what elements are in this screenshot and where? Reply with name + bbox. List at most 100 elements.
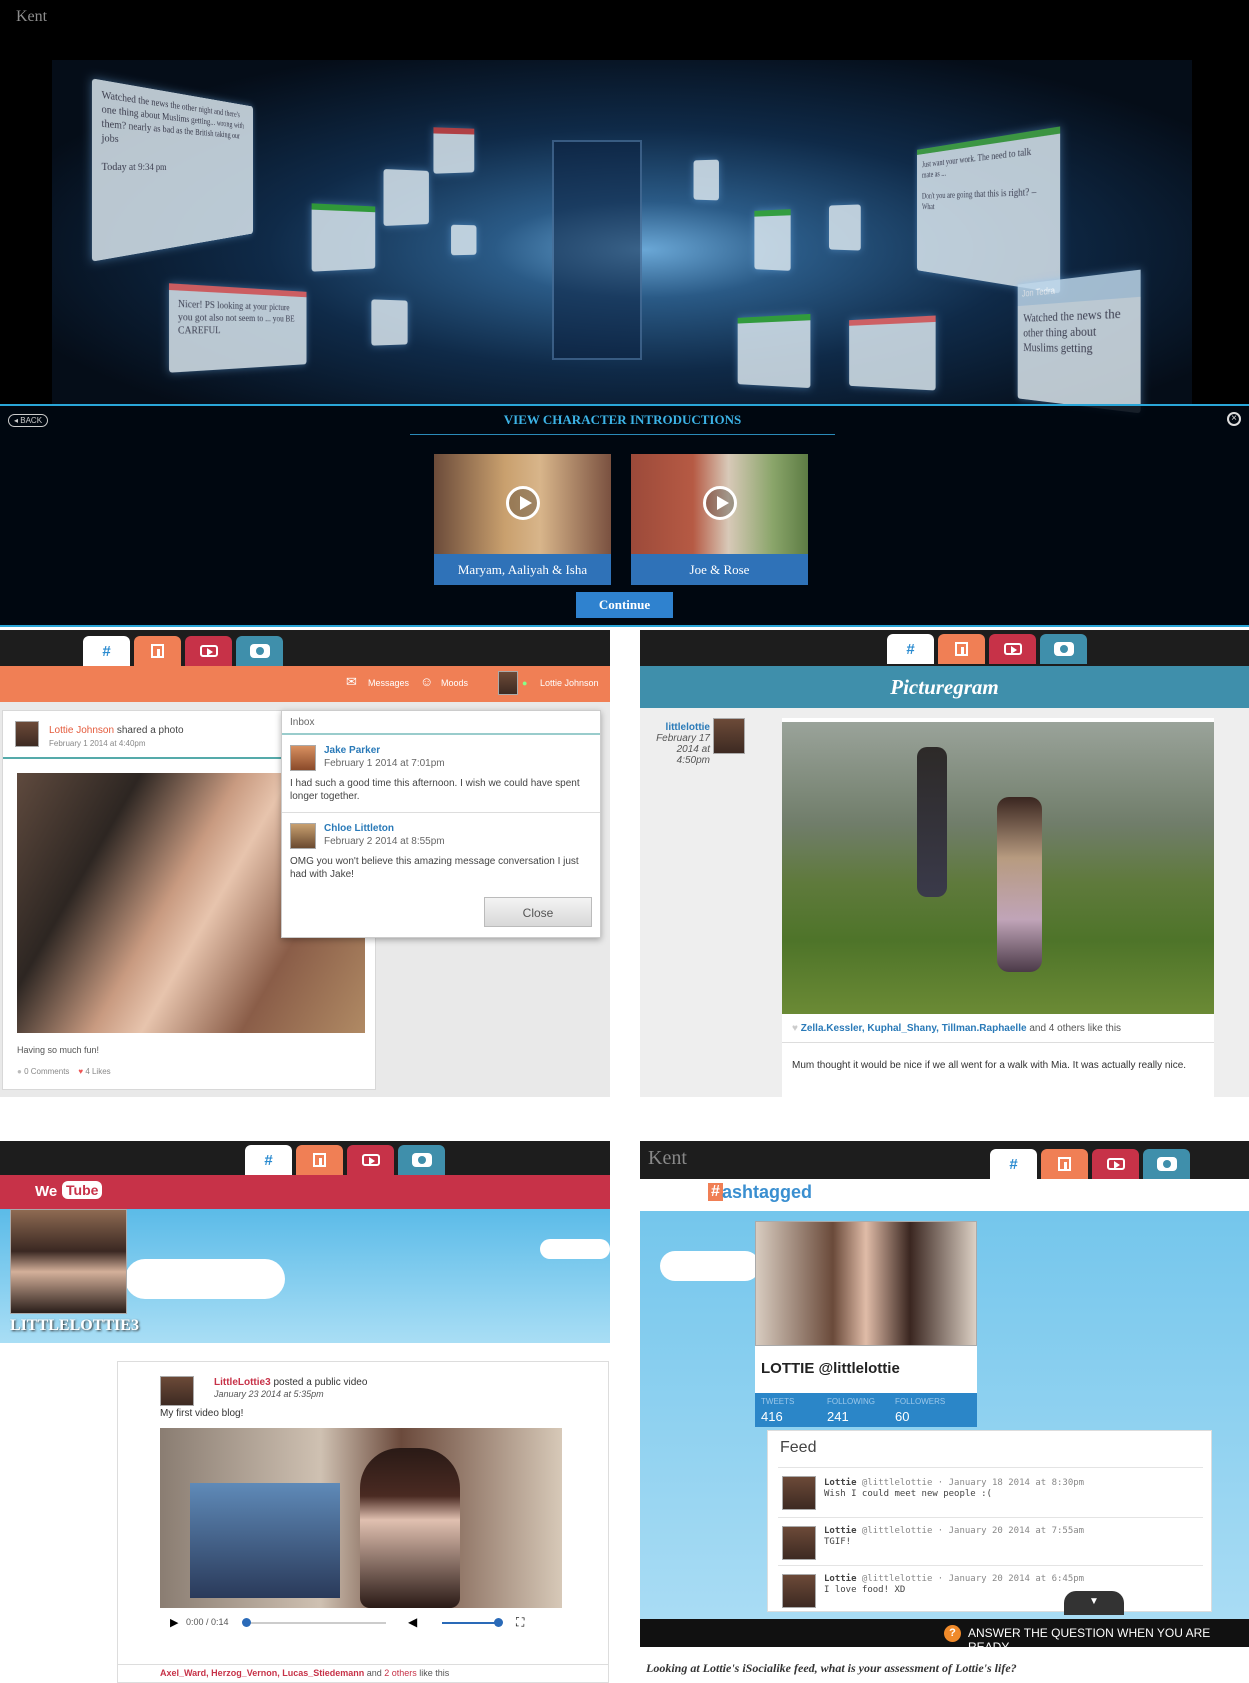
- post-date: February 1 2014 at 4:40pm: [49, 739, 146, 748]
- avatar: [782, 1476, 816, 1510]
- tab-social[interactable]: [1041, 1149, 1088, 1179]
- avatar: [713, 718, 745, 754]
- comments-count[interactable]: 0 Comments: [24, 1067, 69, 1076]
- progress-bar[interactable]: [246, 1622, 386, 1624]
- hash-icon: #: [264, 1151, 273, 1169]
- tab-picturegram[interactable]: [398, 1145, 445, 1175]
- stat-value: 416: [761, 1409, 783, 1424]
- chevron-down-icon[interactable]: ▼: [1064, 1591, 1124, 1615]
- post-photo[interactable]: [782, 722, 1214, 1014]
- person-figure: [917, 747, 947, 897]
- tab-social[interactable]: [134, 636, 181, 666]
- volume-bar[interactable]: [442, 1622, 498, 1624]
- video-joe-rose[interactable]: Joe & Rose: [631, 454, 808, 585]
- close-button[interactable]: Close: [484, 897, 592, 927]
- user-name[interactable]: Lottie Johnson: [540, 678, 599, 688]
- feed-item[interactable]: Lottie @littlelottie · January 20 2014 a…: [778, 1565, 1203, 1617]
- tab-wetube[interactable]: [989, 634, 1036, 664]
- hash-icon: #: [102, 642, 111, 660]
- heart-icon[interactable]: ♥: [792, 1023, 798, 1034]
- likes-others[interactable]: 2 others: [384, 1668, 417, 1678]
- feed-meta: @littlelottie · January 18 2014 at 8:30p…: [856, 1478, 1085, 1488]
- message-sender: Jake Parker: [324, 745, 381, 756]
- tab-picturegram[interactable]: [1040, 634, 1087, 664]
- continue-button[interactable]: Continue: [576, 592, 673, 618]
- tab-hashtagged[interactable]: #: [245, 1145, 292, 1175]
- progress-handle[interactable]: [242, 1618, 251, 1627]
- stat-label: FOLLOWING: [827, 1397, 876, 1406]
- feed-text: I love food! XD: [824, 1585, 906, 1595]
- tab-wetube[interactable]: [185, 636, 232, 666]
- floating-message-text: Nicer! PS looking at your picture you go…: [177, 298, 295, 336]
- time-display: 0:00 / 0:14: [186, 1617, 229, 1627]
- intro-overlay: ◂ BACK × VIEW CHARACTER INTRODUCTIONS Ma…: [0, 404, 1249, 627]
- brand-tube: Tube: [62, 1181, 103, 1199]
- question-bar-text: ANSWER THE QUESTION WHEN YOU ARE READY: [968, 1626, 1211, 1654]
- floating-message-card: Jon Tedra Watched the news the other thi…: [1017, 269, 1141, 414]
- likes-names[interactable]: Axel_Ward, Herzog_Vernon, Lucas_Stiedema…: [160, 1668, 364, 1678]
- video-player[interactable]: [160, 1428, 562, 1608]
- vlogger-figure: [360, 1448, 460, 1608]
- brand-hash: #: [708, 1183, 723, 1201]
- message-item[interactable]: Chloe Littleton February 2 2014 at 8:55p…: [282, 813, 600, 891]
- comment-icon[interactable]: ●: [17, 1067, 22, 1076]
- volume-icon[interactable]: ◀: [408, 1615, 417, 1629]
- tab-picturegram[interactable]: [236, 636, 283, 666]
- tab-hashtagged[interactable]: #: [887, 634, 934, 664]
- message-text: I had such a good time this afternoon. I…: [290, 778, 580, 802]
- post-author[interactable]: LittleLottie3: [214, 1377, 271, 1388]
- video-title: My first video blog!: [160, 1408, 244, 1419]
- tab-picturegram[interactable]: [1143, 1149, 1190, 1179]
- tab-social[interactable]: [938, 634, 985, 664]
- feed-author[interactable]: Lottie: [824, 1526, 857, 1536]
- post-date: January 23 2014 at 5:35pm: [214, 1389, 324, 1399]
- tab-hashtagged[interactable]: #: [83, 636, 130, 666]
- university-logo: Kent: [648, 1147, 687, 1169]
- camera-icon: [411, 1153, 432, 1167]
- app-tabs: #: [83, 636, 283, 666]
- post-date-line: 2014 at: [676, 744, 710, 755]
- post-user[interactable]: littlelottie: [650, 722, 710, 733]
- person-figure: [997, 797, 1042, 972]
- likes-line: Axel_Ward, Herzog_Vernon, Lucas_Stiedema…: [160, 1668, 449, 1678]
- divider: [118, 1664, 608, 1665]
- messages-link[interactable]: Messages: [368, 678, 409, 688]
- post-meta: littlelottie February 17 2014 at 4:50pm: [650, 722, 710, 766]
- overlay-title: VIEW CHARACTER INTRODUCTIONS: [410, 412, 835, 435]
- play-icon[interactable]: [506, 486, 540, 520]
- tab-hashtagged[interactable]: #: [990, 1149, 1037, 1179]
- video-maryam-aaliyah-isha[interactable]: Maryam, Aaliyah & Isha: [434, 454, 611, 585]
- fullscreen-icon[interactable]: ⛶: [516, 1615, 524, 1630]
- likes-names[interactable]: Zella.Kessler, Kuphal_Shany, Tillman.Rap…: [801, 1023, 1027, 1034]
- likes-count[interactable]: 4 Likes: [85, 1067, 110, 1076]
- feed-text: Wish I could meet new people :(: [824, 1489, 992, 1499]
- post-author[interactable]: Lottie Johnson: [49, 725, 114, 736]
- divider: [782, 1042, 1214, 1043]
- likes-rest: like this: [416, 1668, 450, 1678]
- app-tabs: #: [245, 1145, 445, 1175]
- heart-icon[interactable]: ♥: [78, 1067, 83, 1076]
- social-feed-screen: # ✉ Messages ☺ Moods ● Lottie Johnson Lo…: [0, 630, 610, 1097]
- tab-social[interactable]: [296, 1145, 343, 1175]
- brand-bar: We Tube: [0, 1175, 610, 1209]
- close-icon[interactable]: ×: [1227, 412, 1241, 426]
- feed-item[interactable]: Lottie @littlelottie · January 18 2014 a…: [778, 1467, 1203, 1519]
- camera-icon: [1156, 1157, 1177, 1171]
- moods-link[interactable]: Moods: [441, 678, 468, 688]
- play-icon[interactable]: ▶: [170, 1616, 178, 1629]
- floating-card: [371, 299, 408, 346]
- message-item[interactable]: Jake Parker February 1 2014 at 7:01pm I …: [282, 735, 600, 813]
- feed-author[interactable]: Lottie: [824, 1478, 857, 1488]
- floating-message-card: Watched the news the other night and the…: [91, 78, 253, 262]
- brand-name: ashtagged: [722, 1182, 813, 1202]
- volume-handle[interactable]: [494, 1618, 503, 1627]
- stat-label: TWEETS: [761, 1397, 795, 1406]
- back-button[interactable]: ◂ BACK: [8, 414, 49, 427]
- feed-author[interactable]: Lottie: [824, 1574, 857, 1584]
- tab-wetube[interactable]: [1092, 1149, 1139, 1179]
- social-icon: [313, 1153, 326, 1167]
- feed-item[interactable]: Lottie @littlelottie · January 20 2014 a…: [778, 1517, 1203, 1569]
- feed-meta: @littlelottie · January 20 2014 at 6:45p…: [856, 1574, 1085, 1584]
- play-icon[interactable]: [703, 486, 737, 520]
- tab-wetube[interactable]: [347, 1145, 394, 1175]
